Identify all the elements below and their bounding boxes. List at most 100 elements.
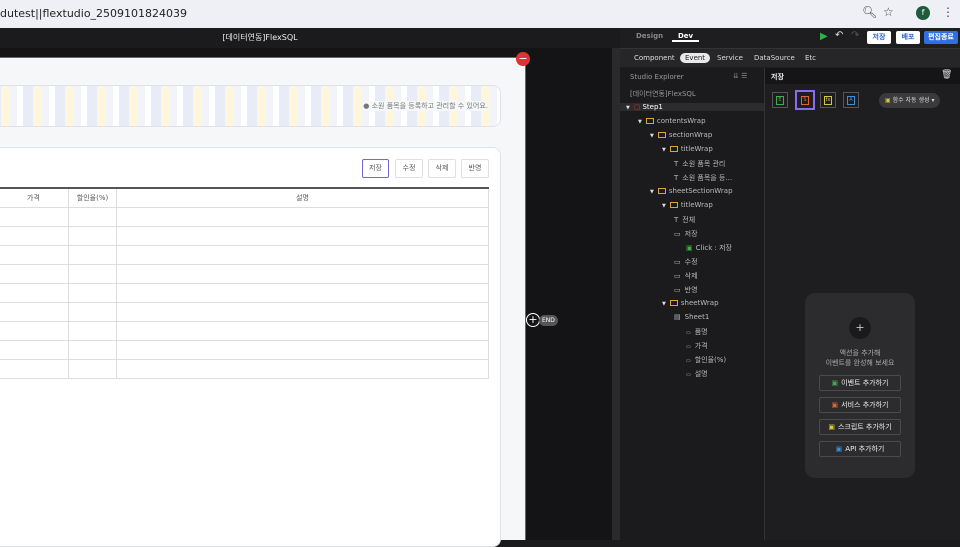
tree-node[interactable]: ▭ 가격 [686,341,708,351]
table-row[interactable] [0,339,489,360]
table-cell[interactable] [116,339,489,360]
table-row[interactable] [0,263,489,284]
expand-icon[interactable]: ▼ [662,301,666,307]
add-event-button[interactable]: ▣ 이벤트 추가하기 [819,375,901,391]
save-button[interactable]: 저장 [867,31,891,44]
tree-node[interactable]: ▼ titleWrap [662,145,713,153]
tab-dev[interactable]: Dev [672,32,700,42]
zoom-icon[interactable]: 🔍︎ [862,5,877,19]
table-row[interactable] [0,320,489,341]
tree-node[interactable]: ▭ 할인율(%) [686,355,726,365]
table-cell[interactable] [0,339,69,360]
table-row[interactable] [0,244,489,265]
table-cell[interactable] [68,358,117,379]
table-cell[interactable] [0,358,69,379]
event-type-button[interactable]: E [772,92,788,108]
table-row[interactable] [0,206,489,227]
tree-node[interactable]: ▭ 품명 [686,327,708,337]
add-script-button[interactable]: ▣ 스크립트 추가하기 [819,419,901,435]
end-node[interactable]: + END [526,313,558,327]
apply-button[interactable]: 반영 [461,159,489,178]
table-cell[interactable] [68,244,117,265]
tab-design[interactable]: Design [636,32,663,40]
service-type-button[interactable]: S [795,90,815,110]
table-cell[interactable] [0,244,69,265]
add-api-button[interactable]: ▣ API 추가하기 [819,441,901,457]
table-cell[interactable] [116,244,489,265]
table-cell[interactable] [68,320,117,341]
deploy-button[interactable]: 배포 [896,31,920,44]
tree-node[interactable]: T 소원 품목을 등... [674,173,732,183]
col-description[interactable]: 설명 [116,187,489,208]
table-cell[interactable] [0,320,69,341]
tree-node[interactable]: ▼ contentsWrap [638,117,706,125]
data-sheet[interactable]: 가격 할인율(%) 설명 [0,187,489,379]
subtab-component[interactable]: Component [634,54,675,62]
col-price[interactable]: 가격 [0,187,69,208]
tree-node[interactable]: ▤ Sheet1 [674,313,709,321]
trash-icon[interactable]: 🗑︎ [941,70,952,80]
tree-node[interactable]: ▭ 반영 [674,285,698,295]
api-type-button[interactable]: A [843,92,859,108]
table-cell[interactable] [0,301,69,322]
add-step-icon[interactable]: + [526,313,540,327]
table-row[interactable] [0,282,489,303]
subtab-etc[interactable]: Etc [805,54,816,62]
add-action-icon[interactable]: + [849,317,871,339]
save-button[interactable]: 저장 [362,159,389,178]
add-service-button[interactable]: ▣ 서비스 추가하기 [819,397,901,413]
tree-node[interactable]: ▼ sheetWrap [662,299,719,307]
table-cell[interactable] [116,282,489,303]
table-cell[interactable] [116,301,489,322]
tree-node[interactable]: ▭ 저장 [674,229,698,239]
tree-node[interactable]: ▭ 설명 [686,369,708,379]
table-row[interactable] [0,301,489,322]
table-cell[interactable] [0,225,69,246]
star-icon[interactable]: ☆ [883,5,894,19]
tree-node[interactable]: ▣ Click : 저장 [686,243,732,253]
table-cell[interactable] [0,282,69,303]
finish-edit-button[interactable]: 편집종료 [924,31,958,44]
address-bar[interactable]: dutest||flextudio_2509101824039 [0,7,187,20]
expand-icon[interactable]: ▼ [638,119,642,125]
subtab-service[interactable]: Service [717,54,743,62]
expand-icon[interactable]: ▼ [626,105,630,111]
undo-icon[interactable]: ↶ [835,30,843,41]
table-cell[interactable] [0,263,69,284]
tree-node[interactable]: T 소원 품목 관리 [674,159,725,169]
collapse-icon[interactable]: ⇊ ☰ [733,72,747,80]
table-cell[interactable] [116,206,489,227]
run-icon[interactable]: ▶ [820,31,828,42]
auto-function-dropdown[interactable]: ▣ 함수 자동 생성 ▾ [879,93,941,108]
expand-icon[interactable]: ▼ [662,147,666,153]
tree-node[interactable]: ▼ titleWrap [662,201,713,209]
redo-icon[interactable]: ↷ [851,30,859,41]
table-cell[interactable] [116,358,489,379]
table-cell[interactable] [68,301,117,322]
edit-button[interactable]: 수정 [395,159,423,178]
table-cell[interactable] [0,206,69,227]
tree-node[interactable]: T 전체 [674,215,695,225]
menu-icon[interactable]: ⋮ [942,5,954,19]
table-cell[interactable] [116,225,489,246]
table-cell[interactable] [68,339,117,360]
table-cell[interactable] [116,263,489,284]
tree-node[interactable]: ▭ 삭제 [674,271,698,281]
expand-icon[interactable]: ▼ [650,133,654,139]
expand-icon[interactable]: ▼ [650,189,654,195]
table-cell[interactable] [68,225,117,246]
tree-node[interactable]: ▼ ▢ Step1 [620,103,764,111]
table-cell[interactable] [68,206,117,227]
remove-step-button[interactable]: − [516,52,530,66]
splitter[interactable] [612,48,620,540]
delete-button[interactable]: 삭제 [428,159,456,178]
subtab-event[interactable]: Event [680,53,711,63]
table-row[interactable] [0,225,489,246]
avatar[interactable]: f [916,6,930,20]
tree-node[interactable]: ▭ 수정 [674,257,698,267]
subtab-datasource[interactable]: DataSource [754,54,795,62]
table-cell[interactable] [68,282,117,303]
script-type-button[interactable]: fx [820,92,836,108]
expand-icon[interactable]: ▼ [662,203,666,209]
table-cell[interactable] [116,320,489,341]
